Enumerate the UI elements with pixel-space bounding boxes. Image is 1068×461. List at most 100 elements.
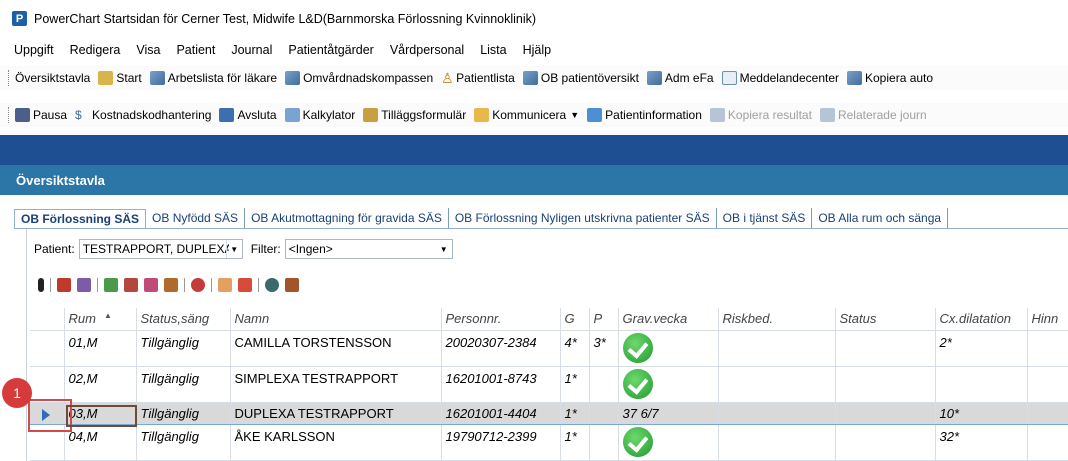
column-header-cx-dilatation[interactable]: Cx.dilatation xyxy=(935,308,1028,331)
grid-icon xyxy=(149,71,165,85)
toolbar-kopiera-auto-label: Kopiera auto xyxy=(865,71,934,85)
toolbar-meddelandecenter[interactable]: Meddelandecenter xyxy=(721,71,839,85)
toolbar-kostnadskodhantering[interactable]: $ Kostnadskodhantering xyxy=(75,108,211,122)
copy-icon xyxy=(709,108,725,122)
cell-p xyxy=(589,424,619,461)
grid-header-row: Rum ▲ Status,säng Namn Personnr. G P Grav… xyxy=(30,308,1068,331)
tab-ob-alla-rum[interactable]: OB Alla rum och sänga xyxy=(812,208,949,228)
toolbar-adm-efa[interactable]: Adm eFa xyxy=(646,71,714,85)
toolbar-ob-patientoversikt[interactable]: OB patientöversikt xyxy=(522,71,639,85)
cell-rum: 02,M xyxy=(64,366,137,403)
toolbar-tillaggsformular[interactable]: Tilläggsformulär xyxy=(363,108,466,122)
table-row[interactable]: 01,M Tillgänglig CAMILLA TORSTENSSON 200… xyxy=(30,330,1068,367)
toolbar-patientlista[interactable]: ♙ Patientlista xyxy=(441,71,515,85)
note-icon[interactable] xyxy=(77,278,91,292)
toolbar-avsluta[interactable]: Avsluta xyxy=(219,108,277,122)
person-icon[interactable] xyxy=(38,278,44,292)
toolbar-relaterade-journ[interactable]: Relaterade journ xyxy=(819,108,927,122)
tab-strip: OB Förlossning SÄS OB Nyfödd SÄS OB Akut… xyxy=(14,205,1068,229)
pause-icon xyxy=(15,108,30,122)
sort-up-icon: ▲ xyxy=(103,311,112,321)
row-selector[interactable] xyxy=(30,330,65,367)
menu-visa[interactable]: Visa xyxy=(136,43,160,57)
edit-icon[interactable] xyxy=(57,278,71,292)
menu-redigera[interactable]: Redigera xyxy=(70,43,121,57)
toolbar-patientinformation[interactable]: Patientinformation xyxy=(587,108,702,122)
cell-g: 1* xyxy=(560,366,590,403)
column-header-grav-vecka[interactable]: Grav.vecka xyxy=(618,308,719,331)
toolbar-arbetslista[interactable]: Arbetslista för läkare xyxy=(149,71,277,85)
column-header-namn[interactable]: Namn xyxy=(230,308,442,331)
chevron-down-icon[interactable]: ▼ xyxy=(225,240,242,258)
grid-icon xyxy=(522,71,538,85)
room-cell-focus-box xyxy=(66,405,137,427)
toolbar-omvardnadskompassen[interactable]: Omvårdnadskompassen xyxy=(285,71,433,85)
header-band xyxy=(0,135,1068,165)
column-header-status[interactable]: Status xyxy=(835,308,936,331)
user-add-icon[interactable] xyxy=(218,278,232,292)
chart-icon[interactable] xyxy=(124,278,138,292)
tab-ob-forlossning[interactable]: OB Förlossning SÄS xyxy=(14,209,147,228)
toolbar-kopiera-resultat[interactable]: Kopiera resultat xyxy=(709,108,812,122)
menu-hjalp[interactable]: Hjälp xyxy=(523,43,552,57)
toolbar-relaterade-journ-label: Relaterade journ xyxy=(837,108,927,122)
cell-cx-dilatation: 32* xyxy=(935,424,1028,461)
folder-icon[interactable] xyxy=(164,278,178,292)
midwife-icon[interactable] xyxy=(285,278,299,292)
tab-ob-i-tjanst[interactable]: OB i tjänst SÄS xyxy=(717,208,813,228)
table-row[interactable]: 04,M Tillgänglig ÅKE KARLSSON 19790712-2… xyxy=(30,424,1068,461)
document-icon[interactable] xyxy=(144,278,158,292)
column-header-status-sang[interactable]: Status,säng xyxy=(136,308,231,331)
user-remove-icon[interactable] xyxy=(238,278,252,292)
chevron-down-icon[interactable]: ▼ xyxy=(436,240,452,258)
window-titlebar: P PowerChart Startsidan för Cerner Test,… xyxy=(0,0,1068,37)
toolbar-pausa[interactable]: Pausa xyxy=(15,108,67,122)
row-selector[interactable] xyxy=(30,366,65,403)
toolbar-grip[interactable] xyxy=(8,70,11,86)
toolbar-kommunicera[interactable]: Kommunicera ▼ xyxy=(474,108,579,122)
toolbar-grip[interactable] xyxy=(8,107,11,123)
column-header-g[interactable]: G xyxy=(560,308,590,331)
cell-p xyxy=(589,401,619,425)
toolbar-omvardnadskompassen-label: Omvårdnadskompassen xyxy=(303,71,434,85)
tab-ob-nyligen-utskrivna[interactable]: OB Förlossning Nyligen utskrivna patient… xyxy=(449,208,717,228)
filter-select[interactable]: <Ingen> ▼ xyxy=(284,239,453,259)
tab-ob-akutmottagning[interactable]: OB Akutmottagning för gravida SÄS xyxy=(245,208,449,228)
related-icon xyxy=(819,108,835,122)
cell-grav-vecka xyxy=(618,330,719,367)
menu-journal[interactable]: Journal xyxy=(231,43,272,57)
form-icon xyxy=(363,108,379,122)
exit-icon xyxy=(219,108,235,122)
column-header-rum[interactable]: Rum ▲ xyxy=(64,308,137,331)
menu-patient[interactable]: Patient xyxy=(176,43,215,57)
cell-g: 4* xyxy=(560,330,590,367)
drop-icon[interactable] xyxy=(265,278,279,292)
toolbar-start[interactable]: Start xyxy=(98,71,142,85)
alert-icon[interactable] xyxy=(191,278,205,292)
toolbar-kalkylator[interactable]: Kalkylator xyxy=(284,108,356,122)
filter-select-value: <Ingen> xyxy=(288,242,333,256)
tab-ob-nyfodd[interactable]: OB Nyfödd SÄS xyxy=(146,208,246,228)
column-header-personnr[interactable]: Personnr. xyxy=(441,308,561,331)
toolbar-kalkylator-label: Kalkylator xyxy=(302,108,356,122)
toolbar-kopiera-auto[interactable]: Kopiera auto xyxy=(847,71,933,85)
cell-cx-dilatation xyxy=(935,366,1028,403)
toolbar-separator xyxy=(50,278,51,292)
toolbar-oversiktstavla[interactable]: Översiktstavla xyxy=(15,71,90,85)
cell-hinn xyxy=(1027,330,1068,367)
column-header-riskbed[interactable]: Riskbed. xyxy=(718,308,836,331)
menu-patientatgarder[interactable]: Patientåtgärder xyxy=(288,43,373,57)
menu-uppgift[interactable]: Uppgift xyxy=(14,43,54,57)
window-title: PowerChart Startsidan för Cerner Test, M… xyxy=(34,11,537,26)
add-icon[interactable] xyxy=(104,278,118,292)
table-row[interactable]: 02,M Tillgänglig SIMPLEXA TESTRAPPORT 16… xyxy=(30,366,1068,403)
cell-p xyxy=(589,366,619,403)
patient-select[interactable]: TESTRAPPORT, DUPLEXA ▼ xyxy=(78,239,243,259)
toolbar-separator xyxy=(97,278,98,292)
table-row-selected[interactable]: 03,M Tillgänglig DUPLEXA TESTRAPPORT 162… xyxy=(30,401,1068,425)
column-header-hinn[interactable]: Hinn xyxy=(1027,308,1068,331)
column-header-p[interactable]: P xyxy=(589,308,619,331)
cell-status xyxy=(835,401,936,425)
menu-lista[interactable]: Lista xyxy=(480,43,506,57)
menu-vardpersonal[interactable]: Vårdpersonal xyxy=(390,43,464,57)
